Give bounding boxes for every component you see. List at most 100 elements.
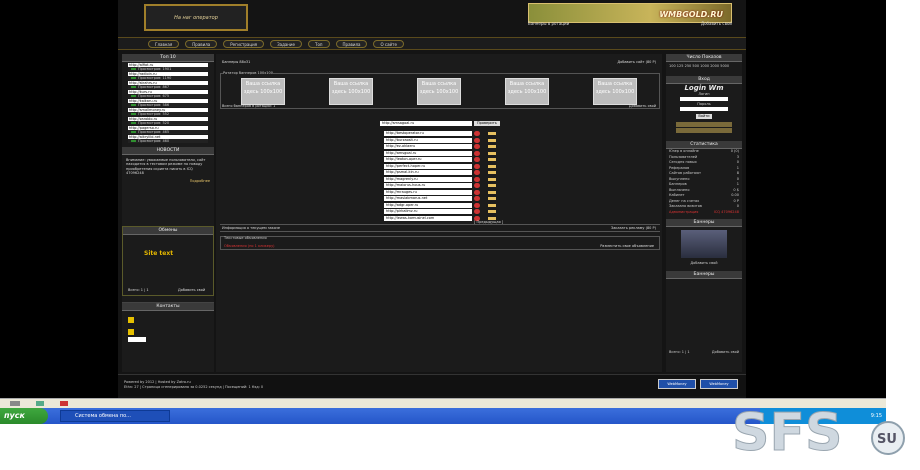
- arrow-icon[interactable]: [488, 177, 496, 181]
- arrow-icon[interactable]: [488, 210, 496, 213]
- nav-rules[interactable]: Правила: [185, 39, 218, 48]
- arrow-icon[interactable]: [488, 164, 496, 168]
- rotation-add-link[interactable]: Добавить свой: [629, 104, 656, 108]
- link-url[interactable]: http://adgr-oper.ru: [384, 202, 472, 208]
- top-item[interactable]: http://alfiot.ru Просмотров: 1901: [128, 63, 208, 71]
- top-item[interactable]: http://strahrs.ru Просмотров: 867: [128, 81, 208, 89]
- admin-row: Администрация ICQ 47096248: [666, 210, 742, 216]
- link-status-icon: [474, 183, 480, 188]
- arrow-icon[interactable]: [488, 145, 496, 148]
- sfs-watermark: SFS SU: [732, 403, 905, 464]
- taskbar-window-button[interactable]: Система обмена по...: [60, 410, 170, 422]
- link-url[interactable]: http://maslabmarus.net: [384, 196, 472, 201]
- link-url[interactable]: http://leaton-oper.ru: [384, 157, 472, 162]
- webmoney-badge-2[interactable]: WebMoney: [700, 379, 738, 389]
- link-url[interactable]: http://ez-oklaeru: [384, 144, 472, 149]
- link-url[interactable]: http://psmal-kin.ru: [384, 170, 472, 175]
- password-input[interactable]: [680, 107, 728, 111]
- right-banner-add-link[interactable]: Добавить свой: [666, 261, 742, 265]
- admin-label: Администрация: [669, 209, 699, 214]
- login-button[interactable]: Войти: [696, 114, 712, 119]
- right-banner-image[interactable]: [681, 230, 727, 258]
- link-url[interactable]: http://pirkalimz.ru: [384, 209, 472, 214]
- link-url[interactable]: http://amsgoal.ru: [384, 150, 472, 156]
- arrow-icon[interactable]: [488, 151, 496, 155]
- top-item[interactable]: http://zaroblo.ru Просмотров: 520: [128, 117, 208, 125]
- link-status-icon: [474, 131, 480, 136]
- nav-rules-2[interactable]: Правила: [335, 39, 368, 48]
- nav-register[interactable]: Регистрация: [223, 39, 265, 48]
- link-url[interactable]: http://lewas-komusinel.com: [384, 215, 472, 221]
- banner-slot-1[interactable]: Ваша ссылка здесь 100x100: [241, 78, 285, 105]
- link-row: http://maslabmarus.net: [380, 196, 496, 201]
- order-info-link[interactable]: Информация о текущем заказе: [222, 226, 280, 230]
- top-item[interactable]: http://kaikaru.ru Просмотров: 586: [128, 99, 208, 107]
- arrow-icon[interactable]: [488, 158, 496, 161]
- nav-about[interactable]: О сайте: [373, 39, 404, 48]
- main-column: Баннеры 88x31 Добавить сайт (80 P) Ротат…: [216, 54, 662, 372]
- link-status-icon: [474, 176, 480, 182]
- right-add-link[interactable]: Добавить свой: [712, 350, 739, 354]
- link-row: http://magrenly.ru: [380, 176, 496, 182]
- footer-stats: Ethn: 27 | Страница сгенерирована за 0.0…: [124, 385, 264, 389]
- banner-slot-4[interactable]: Ваша ссылка здесь 100x100: [505, 78, 549, 105]
- arrow-icon[interactable]: [488, 203, 496, 207]
- link-url[interactable]: http://perfect-hoper.ru: [384, 163, 472, 169]
- arrow-icon[interactable]: [488, 197, 496, 200]
- news-more-link[interactable]: Подробнее: [126, 179, 210, 183]
- banner-slot-3[interactable]: Ваша ссылка здесь 100x100: [417, 78, 461, 105]
- arrow-icon[interactable]: [488, 132, 496, 135]
- nav-task[interactable]: Задание: [270, 39, 302, 48]
- logo-text: На наг оператор: [174, 14, 218, 21]
- site-text: Site text: [144, 250, 174, 257]
- url-input[interactable]: http://smsagoal.ru: [380, 121, 472, 126]
- remind-button[interactable]: [676, 128, 732, 133]
- arrow-icon[interactable]: [488, 138, 496, 142]
- nav-home[interactable]: Главная: [148, 39, 180, 48]
- link-url[interactable]: http://mrauges.ru: [384, 189, 472, 195]
- banner-slot-2[interactable]: Ваша ссылка здесь 100x100: [329, 78, 373, 105]
- register-button[interactable]: [676, 122, 732, 127]
- link-status-icon: [474, 137, 480, 143]
- top-item-views: Просмотров: 520: [128, 121, 208, 125]
- arrow-icon[interactable]: [488, 171, 496, 174]
- login-input[interactable]: [680, 97, 728, 101]
- search-values[interactable]: 100 125 250 500 1000 2000 5000: [666, 62, 742, 70]
- top-item[interactable]: http://pagerso.ru Просмотров: 465: [128, 126, 208, 134]
- watermark-text: SFS: [732, 403, 842, 463]
- text-ads-add-link[interactable]: Разместить свое объявление: [600, 244, 654, 248]
- top-item[interactable]: http://radioin.ru Просмотров: 1190: [128, 72, 208, 80]
- arrow-icon[interactable]: [488, 184, 496, 187]
- site-logo[interactable]: На наг оператор: [144, 4, 248, 31]
- top-banner[interactable]: WMBGOLD.RU: [528, 3, 732, 23]
- search-title: Число Показов: [666, 54, 742, 62]
- text-ads-list[interactable]: Объявления (по 1 кликеру): [224, 244, 275, 248]
- top-item[interactable]: http://kurs.ru Просмотров: 675: [128, 90, 208, 98]
- link-row: http://burzaosit.ru: [380, 137, 496, 143]
- link-status-icon: [474, 150, 480, 156]
- main-header-left: Баннеры 88x31: [222, 60, 251, 64]
- left-add-link[interactable]: Добавить свой: [178, 288, 205, 292]
- obmen-title: Обмены: [123, 227, 213, 235]
- nav-top[interactable]: Топ: [308, 39, 330, 48]
- banner-slot-5[interactable]: Ваша ссылка здесь 100x100: [593, 78, 637, 105]
- check-button[interactable]: Проверить: [474, 121, 500, 126]
- link-row: http://perfect-hoper.ru: [380, 163, 496, 169]
- main-add-site-link[interactable]: Добавить сайт (80 P): [617, 60, 656, 64]
- banner-rotator: Ротатор баннеров 100x100 Ваша ссылка зде…: [220, 71, 660, 109]
- banner-links: Баннеры в ротации Добавить свой: [528, 21, 732, 26]
- link-url[interactable]: http://bestoperator.ru: [384, 131, 472, 136]
- top-item[interactable]: http://smallmoney.ru Просмотров: 552: [128, 108, 208, 116]
- watermark-suffix: SU: [877, 432, 897, 447]
- banner-add-link[interactable]: Добавить свой: [701, 21, 732, 26]
- order-ad-link[interactable]: Заказать рекламу (80 P): [611, 226, 656, 230]
- arrow-icon[interactable]: [488, 190, 496, 194]
- banner-rotation-link[interactable]: Баннеры в ротации: [528, 21, 569, 26]
- link-url[interactable]: http://magrenly.ru: [384, 176, 472, 182]
- link-url[interactable]: http://maiorus-hous.ru: [384, 183, 472, 188]
- top-item[interactable]: http://aikrylibi.net Просмотров: 460: [128, 135, 208, 143]
- start-button[interactable]: пуск: [0, 408, 48, 424]
- webmoney-badge-1[interactable]: WebMoney: [658, 379, 696, 389]
- nav-bar: Главная Правила Регистрация Задание Топ …: [118, 37, 746, 50]
- link-url[interactable]: http://burzaosit.ru: [384, 137, 472, 143]
